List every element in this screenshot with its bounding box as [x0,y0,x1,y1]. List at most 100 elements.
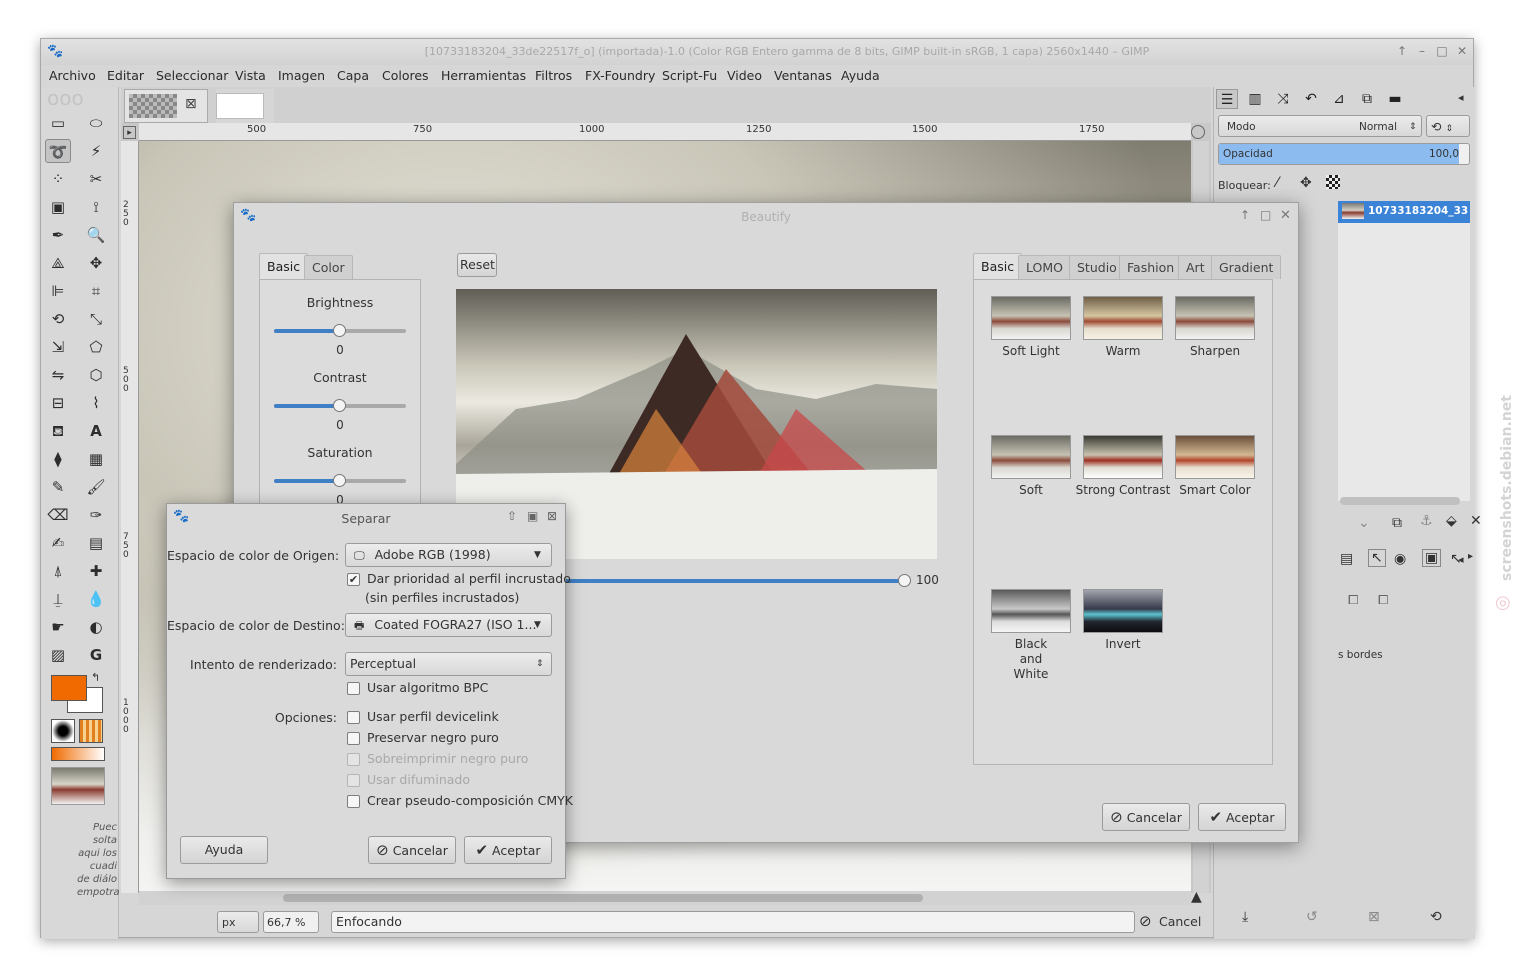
save-options-icon[interactable]: ⤓ [1242,909,1248,925]
blend-icon[interactable]: ▦ [83,447,109,471]
swap-colors-icon[interactable]: ↰ [91,671,100,684]
beautify-ok-button[interactable]: ✔ Aceptar [1198,803,1286,831]
tool-options-tab-icon[interactable]: ⊿ [1328,89,1350,109]
close-icon[interactable]: ✕ [1280,208,1291,223]
perspective-icon[interactable]: ⬠ [83,335,109,359]
layer-name[interactable]: 10733183204_33de22517f_o. [1368,205,1468,217]
gradient-preview[interactable] [51,747,105,761]
tool-options-tab-icon[interactable]: ▤ [1340,551,1353,567]
strength-slider-knob[interactable] [898,574,911,587]
preset-invert-label[interactable]: Invert [1075,637,1171,652]
undo-history-tab-icon[interactable]: ↶ [1300,89,1322,109]
measure-icon[interactable]: ⟁ [45,251,71,275]
layers-scrollbar[interactable] [1340,497,1460,505]
menu-video[interactable]: Video [727,68,762,83]
menu-ayuda[interactable]: Ayuda [841,68,880,83]
horizontal-scrollbar-thumb[interactable] [283,894,923,902]
channels-tab-icon[interactable]: ▥ [1244,89,1266,109]
brush-preview[interactable] [51,719,75,743]
horizontal-ruler[interactable]: 500 750 1000 1250 1500 1750 [139,123,1191,141]
paintbrush-icon[interactable]: 🖌 [83,475,109,499]
active-image-thumbnail[interactable] [51,767,105,805]
priority-checkbox[interactable]: ✔ [347,573,360,586]
tab-preset-basic[interactable]: Basic [973,253,1023,279]
unit-selector[interactable]: px [217,911,259,933]
preset-soft-thumb[interactable] [991,435,1071,479]
paths-tab-icon[interactable]: ⤨ [1272,89,1294,109]
menu-filtros[interactable]: Filtros [535,68,572,83]
option-devicelink-checkbox[interactable] [347,711,360,724]
anchor-layer-icon[interactable]: ⚓ [1420,513,1433,529]
close-icon[interactable]: ⊠ [547,509,557,523]
opacity-slider[interactable]: Opacidad 100,0 [1218,143,1470,165]
menu-editar[interactable]: Editar [107,68,144,83]
image-tab-second[interactable] [216,89,274,123]
zoom-icon[interactable]: 🔍 [83,223,109,247]
close-icon[interactable]: ✕ [1455,44,1469,58]
unified-transform-icon[interactable]: ⊟ [45,391,71,415]
lower-layer-icon[interactable]: ⌄ [1358,515,1370,531]
tab-preset-art[interactable]: Art [1178,255,1213,279]
cancel-progress-icon[interactable]: ⊘ [1139,912,1152,930]
clone-icon[interactable]: ⍋ [45,559,71,583]
free-select-icon[interactable]: ➰ [45,139,71,163]
preset-soft-light-thumb[interactable] [991,296,1071,340]
vertical-ruler[interactable]: 250 500 750 1000 [121,141,139,893]
up-arrow-icon[interactable]: ⇧ [507,509,517,523]
brightness-slider-knob[interactable] [333,324,346,337]
option-icon-b[interactable]: ⧠ [1378,593,1388,608]
preset-soft-label[interactable]: Soft [983,483,1079,498]
quick-mask-toggle-icon[interactable]: ▸ [123,126,136,139]
lock-alpha-icon[interactable] [1326,175,1340,189]
contrast-slider-knob[interactable] [333,399,346,412]
saturation-slider-knob[interactable] [333,474,346,487]
tab-basic-adjust[interactable]: Basic [259,253,309,279]
foreground-select-icon[interactable]: ▣ [45,195,71,219]
menu-script-fu[interactable]: Script-Fu [662,68,717,83]
dest-space-combo[interactable]: 🖶 Coated FOGRA27 (ISO 1... ▼ [345,613,552,637]
align-icon[interactable]: ⊫ [45,279,71,303]
dodge-burn-icon[interactable]: ◐ [83,615,109,639]
channels-tab-icon-2[interactable]: ▣ [1422,549,1442,567]
separar-ok-button[interactable]: ✔ Aceptar [464,836,552,864]
gegl-icon[interactable]: G [83,643,109,667]
lock-pixels-icon[interactable]: ⁄ [1276,175,1278,191]
tab-color-adjust[interactable]: Color [304,255,353,279]
bucket-fill-icon[interactable]: ⛾ [45,419,71,443]
maximize-icon[interactable]: □ [1260,208,1271,222]
beautify-titlebar[interactable]: 🐾 Beautify ↑ □ ✕ [234,203,1298,229]
preset-smart-color-label[interactable]: Smart Color [1167,483,1263,498]
dock-menu-icon-2[interactable]: ◂ [1458,553,1464,566]
fuzzy-select-icon[interactable]: ⚡ [83,139,109,163]
bpc-checkbox[interactable] [347,682,360,695]
ellipse-select-icon[interactable]: ⬭ [83,111,109,135]
preset-smart-color-thumb[interactable] [1175,435,1255,479]
separar-cancel-button[interactable]: ⊘ Cancelar [368,836,456,864]
tab-preset-fashion[interactable]: Fashion [1119,255,1183,279]
airbrush-icon[interactable]: ✑ [83,503,109,527]
mypaint-icon[interactable]: ▤ [83,531,109,555]
fill-icon[interactable]: ⧫ [45,447,71,471]
tab-scroll-icon[interactable]: ▸ [1468,551,1473,562]
menu-imagen[interactable]: Imagen [278,68,325,83]
layer-row[interactable]: 10733183204_33de22517f_o. [1338,201,1470,223]
restore-icon[interactable]: – [1415,44,1429,58]
layer-mode-reset[interactable]: ⟲ ⇕ [1426,115,1470,137]
close-tab-icon[interactable]: ⊠ [185,96,197,112]
tab-preset-studio[interactable]: Studio [1069,255,1125,279]
window-titlebar[interactable]: 🐾 [10733183204_33de22517f_o] (importada)… [41,39,1473,65]
perspective-clone-icon[interactable]: ⍊ [45,587,71,611]
palette-tab-icon[interactable]: ◉ [1394,551,1406,567]
cancel-progress-button[interactable]: Cancel [1159,914,1201,929]
pattern-preview[interactable] [79,719,103,743]
option-pseudo-cmyk-checkbox[interactable] [347,795,360,808]
menu-herramientas[interactable]: Herramientas [441,68,526,83]
reset-button[interactable]: Reset [457,253,497,277]
lock-position-icon[interactable]: ✥ [1300,175,1312,191]
eraser-icon[interactable]: ⌫ [45,503,71,527]
pointer-tab-icon[interactable]: ↖ [1368,549,1386,567]
preset-black-white-thumb[interactable] [991,589,1071,633]
move-icon[interactable]: ✥ [83,251,109,275]
images-tab-icon[interactable]: ▬ [1384,89,1406,109]
duplicate-layer-icon[interactable]: ⧉ [1392,515,1402,531]
